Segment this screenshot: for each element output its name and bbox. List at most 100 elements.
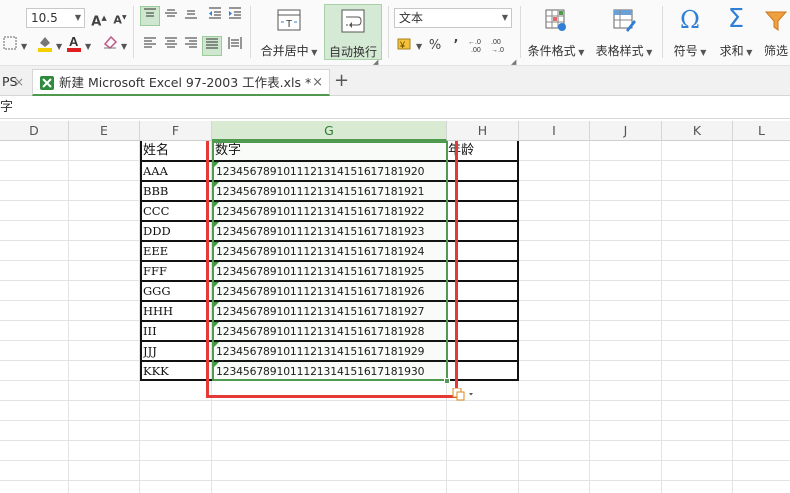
number-format-value: 文本 — [399, 11, 424, 25]
merge-cells-icon: T — [277, 9, 301, 31]
thousands-separator-icon[interactable]: ’ — [446, 36, 466, 56]
align-middle-icon[interactable] — [161, 6, 181, 26]
age-cell[interactable] — [449, 182, 517, 202]
font-size-select[interactable]: 10.5 ▼ — [26, 8, 85, 28]
merge-center-button[interactable]: T 合并居中 ▼ — [256, 4, 322, 60]
tab-active-workbook[interactable]: 新建 Microsoft Excel 97-2003 工作表.xls * × — [32, 69, 330, 96]
align-left-icon[interactable] — [140, 36, 160, 56]
name-cell[interactable]: III — [143, 322, 209, 342]
red-annotation-box — [206, 141, 458, 398]
column-header-f[interactable]: F — [140, 121, 212, 141]
excel-file-icon — [40, 76, 54, 90]
border-icon[interactable] — [0, 36, 20, 56]
name-cell[interactable]: KKK — [143, 362, 209, 382]
omega-icon: Ω — [680, 6, 700, 34]
svg-text:←.0: ←.0 — [468, 39, 481, 46]
age-cell[interactable] — [449, 362, 517, 382]
sum-label: 求和 — [719, 44, 744, 58]
filter-icon — [765, 11, 787, 31]
sum-button[interactable]: Σ 求和 ▼ — [714, 4, 758, 60]
svg-text:.00: .00 — [491, 39, 501, 46]
name-cell[interactable]: CCC — [143, 202, 209, 222]
column-header-g[interactable]: G — [212, 121, 447, 141]
increase-font-icon[interactable]: A▲ — [89, 8, 109, 29]
name-cell[interactable]: GGG — [143, 282, 209, 302]
column-header-i[interactable]: I — [519, 121, 590, 141]
distributed-align-icon[interactable] — [225, 36, 245, 56]
currency-icon[interactable]: ¥ — [396, 36, 416, 56]
age-cell[interactable] — [449, 342, 517, 362]
age-cell[interactable] — [449, 282, 517, 302]
conditional-format-button[interactable]: 条件格式 ▼ — [524, 4, 588, 60]
align-center-icon[interactable] — [161, 36, 181, 56]
svg-text:.00: .00 — [471, 47, 481, 54]
table-style-button[interactable]: 表格样式 ▼ — [592, 4, 656, 60]
chevron-down-icon[interactable]: ▼ — [56, 42, 62, 51]
ribbon-toolbar: 10.5 ▼ A▲ A▼ ▼ ▼ A ▼ ▼ T 合并居中 ▼ 自动换行 ◢ 文… — [0, 0, 790, 66]
chevron-down-icon[interactable]: ▼ — [121, 42, 127, 51]
close-tab-icon[interactable]: × — [312, 70, 323, 96]
tab-active-label: 新建 Microsoft Excel 97-2003 工作表.xls * — [59, 75, 312, 90]
filter-label: 筛选 — [763, 44, 788, 58]
table-style-label: 表格样式 — [595, 44, 644, 58]
decrease-decimal-icon[interactable]: .00 →.0 — [490, 36, 510, 56]
font-color-icon[interactable]: A — [64, 34, 84, 54]
indent-icon[interactable] — [225, 6, 245, 26]
name-cell[interactable]: DDD — [143, 222, 209, 242]
document-tab-bar: PS × 新建 Microsoft Excel 97-2003 工作表.xls … — [0, 66, 790, 96]
new-tab-icon[interactable]: + — [334, 69, 349, 96]
column-header-e[interactable]: E — [69, 121, 140, 141]
number-format-select[interactable]: 文本 ▼ — [394, 8, 512, 28]
chevron-down-icon[interactable]: ▼ — [85, 42, 91, 51]
age-cell[interactable] — [449, 202, 517, 222]
header-cell-name[interactable]: 姓名 — [143, 141, 211, 161]
svg-text:A: A — [69, 34, 79, 49]
symbol-button[interactable]: Ω 符号 ▼ — [668, 4, 712, 60]
decrease-font-icon[interactable]: A▼ — [110, 8, 130, 28]
age-cell[interactable] — [449, 322, 517, 342]
wrap-text-icon — [341, 9, 365, 33]
chevron-down-icon[interactable]: ▼ — [21, 42, 27, 51]
align-bottom-icon[interactable] — [181, 6, 201, 26]
age-cell[interactable] — [449, 262, 517, 282]
align-top-icon[interactable] — [140, 6, 160, 26]
chevron-down-icon: ▼ — [74, 13, 81, 22]
column-header-row: D E F G H I J K L — [0, 121, 790, 141]
clear-format-icon[interactable] — [100, 34, 120, 54]
name-cell[interactable]: JJJ — [143, 342, 209, 362]
symbol-label: 符号 — [673, 44, 698, 58]
percent-icon[interactable]: % — [425, 36, 445, 56]
justify-icon[interactable] — [202, 36, 222, 56]
column-header-h[interactable]: H — [447, 121, 519, 141]
name-cell[interactable]: EEE — [143, 242, 209, 262]
age-cell[interactable] — [449, 302, 517, 322]
fill-color-icon[interactable] — [35, 34, 55, 54]
wrap-text-button[interactable]: 自动换行 — [324, 4, 382, 60]
formula-content[interactable]: 字 — [0, 97, 13, 118]
increase-decimal-icon[interactable]: ←.0.00 — [467, 36, 487, 56]
name-cell[interactable]: AAA — [143, 162, 209, 182]
filter-button[interactable]: 筛选 — [758, 4, 790, 60]
font-size-value: 10.5 — [31, 11, 58, 25]
outdent-icon[interactable] — [205, 6, 225, 26]
age-cell[interactable] — [449, 162, 517, 182]
name-cell[interactable]: FFF — [143, 262, 209, 282]
worksheet-grid[interactable]: 姓名 数字 年龄 AAA 1234567891011121314151617181… — [0, 141, 790, 493]
column-header-d[interactable]: D — [0, 121, 69, 141]
paste-options-icon — [452, 387, 473, 401]
table-style-icon — [613, 9, 636, 32]
fill-handle[interactable] — [444, 378, 450, 384]
name-cell[interactable]: HHH — [143, 302, 209, 322]
age-cell[interactable] — [449, 222, 517, 242]
name-cell[interactable]: BBB — [143, 182, 209, 202]
align-right-icon[interactable] — [181, 36, 201, 56]
chevron-down-icon[interactable]: ▼ — [416, 42, 422, 51]
column-header-l[interactable]: L — [733, 121, 790, 141]
formula-bar[interactable]: 字 — [0, 97, 790, 119]
dialog-launcher-icon[interactable]: ◢ — [373, 58, 378, 66]
dialog-launcher-icon[interactable]: ◢ — [511, 58, 516, 66]
paste-options-button[interactable] — [452, 387, 474, 401]
column-header-j[interactable]: J — [590, 121, 662, 141]
age-cell[interactable] — [449, 242, 517, 262]
column-header-k[interactable]: K — [662, 121, 733, 141]
